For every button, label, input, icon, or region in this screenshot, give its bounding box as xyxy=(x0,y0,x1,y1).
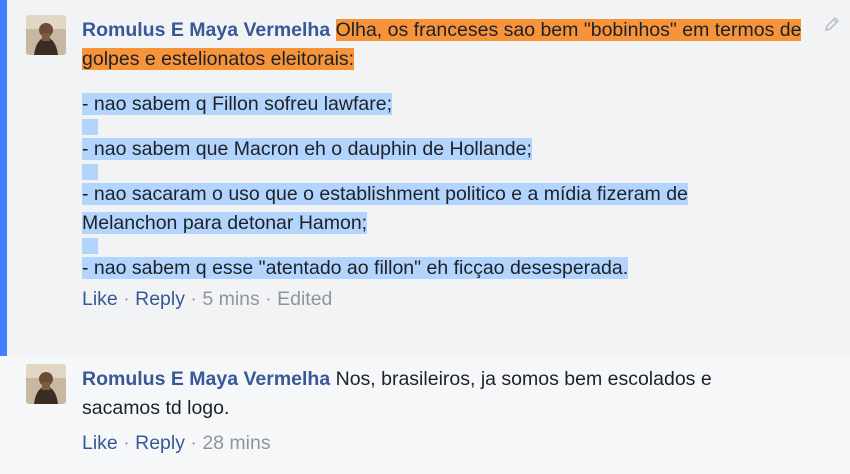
reply-button[interactable]: Reply xyxy=(135,288,185,310)
active-comment-indicator xyxy=(0,0,7,356)
comment-line: - nao sacaram o uso que o establishment … xyxy=(82,183,688,234)
reply-button[interactable]: Reply xyxy=(135,432,185,454)
timestamp[interactable]: 28 mins xyxy=(202,432,270,454)
comment-author[interactable]: Romulus E Maya Vermelha xyxy=(82,19,330,41)
like-button[interactable]: Like xyxy=(82,432,118,454)
edited-label[interactable]: Edited xyxy=(277,288,332,310)
separator: · xyxy=(190,288,197,310)
comment-1: Romulus E Maya Vermelha Olha, os frances… xyxy=(0,0,850,356)
separator: · xyxy=(123,288,130,310)
comment-2: Romulus E Maya Vermelha Nos, brasileiros… xyxy=(0,356,850,474)
comment-body: Romulus E Maya Vermelha Olha, os frances… xyxy=(82,16,822,314)
comment-body: Romulus E Maya Vermelha Nos, brasileiros… xyxy=(82,365,732,458)
avatar[interactable] xyxy=(26,15,66,55)
comment-actions: Like · Reply · 28 mins xyxy=(82,429,732,458)
separator: · xyxy=(123,432,130,454)
comment-author[interactable]: Romulus E Maya Vermelha xyxy=(82,368,330,390)
comment-actions: Like · Reply · 5 mins · Edited xyxy=(82,285,822,314)
timestamp[interactable]: 5 mins xyxy=(202,288,259,310)
comment-line: - nao sabem que Macron eh o dauphin de H… xyxy=(82,138,532,160)
separator: · xyxy=(265,288,272,310)
avatar[interactable] xyxy=(26,364,66,404)
like-button[interactable]: Like xyxy=(82,288,118,310)
separator: · xyxy=(190,432,197,454)
comment-line: - nao sabem q Fillon sofreu lawfare; xyxy=(82,93,392,115)
comment-line: - nao sabem q esse "atentado ao fillon" … xyxy=(82,257,629,279)
pencil-icon[interactable] xyxy=(822,14,842,34)
